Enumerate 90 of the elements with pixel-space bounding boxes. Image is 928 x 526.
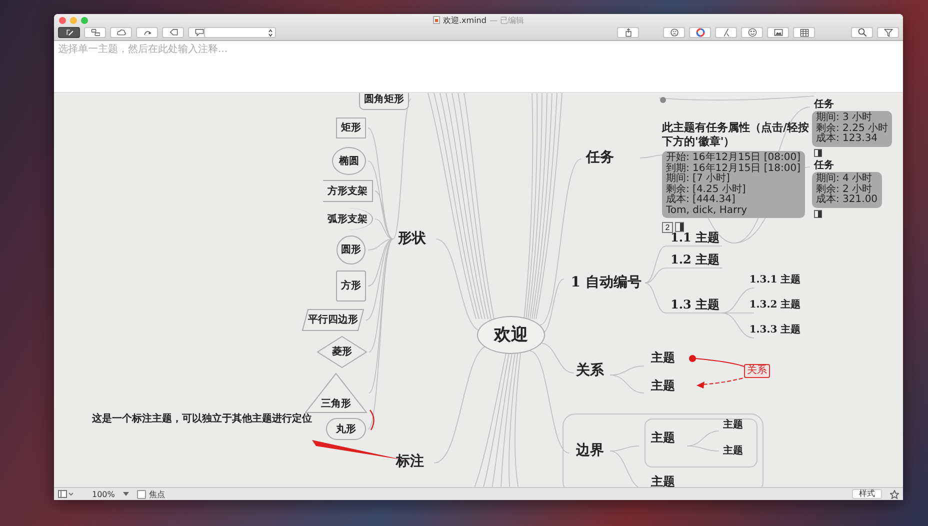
topic-label[interactable]: 弧形支架 <box>323 208 373 230</box>
topic-label[interactable]: 1.3 主题 <box>670 298 720 312</box>
callout-text[interactable]: 这是一个标注主题，可以独立于其他主题进行定位 <box>92 414 312 424</box>
task-info-line: 成本: 321.00 <box>816 195 878 206</box>
image-icon <box>774 28 782 37</box>
topic-label[interactable]: 1.3.3 主题 <box>749 324 801 336</box>
marker-face-icon <box>670 28 678 37</box>
color-wheel-icon <box>696 28 704 37</box>
calendar-grid-icon <box>800 28 808 37</box>
task-info-line: 剩余: 2.25 小时 <box>816 124 888 134</box>
topic-label[interactable]: 任务 <box>814 160 834 171</box>
task-info-line: 到期: 16年12月15日 [18:00] <box>666 164 801 174</box>
rounded-topic[interactable]: 圆角矩形 <box>359 93 409 110</box>
progress-icon <box>814 149 822 157</box>
topic-label[interactable]: 主题 <box>651 431 675 445</box>
diamond-shape <box>317 336 367 368</box>
star-icon <box>890 490 899 498</box>
topic-label[interactable]: 标注 <box>396 454 424 470</box>
speech-bubble-icon <box>194 28 204 37</box>
task-info-line: 剩余: [4.25 小时] <box>666 184 747 194</box>
capsule-topic[interactable]: 丸形 <box>326 418 366 440</box>
task-info-line: 成本: 123.34 <box>816 134 879 144</box>
priority-badge[interactable]: 2 <box>662 222 673 233</box>
task-info-line: 开始: 16年12月15日 [08:00] <box>666 153 801 163</box>
topic-label[interactable]: 任务 <box>586 150 614 166</box>
triangle-shape <box>305 373 367 413</box>
relationship-label[interactable]: 关系 <box>744 364 770 378</box>
close-button[interactable] <box>59 16 66 24</box>
pen-stroke-button[interactable] <box>715 27 737 38</box>
linked-boxes-icon <box>90 28 100 37</box>
filter-icon <box>884 28 892 37</box>
topic-label[interactable]: 任务 <box>814 99 834 110</box>
topic-label[interactable]: 边界 <box>576 443 604 459</box>
zoom-dropdown[interactable]: 100% <box>92 490 115 498</box>
topic-text[interactable]: 此主题有任务属性（点击/轻按下方的'徽章'） <box>662 121 812 150</box>
edited-status: — 已编辑 <box>489 14 524 26</box>
topic-label[interactable]: 1 自动编号 <box>570 275 642 291</box>
cloud-icon <box>116 28 126 37</box>
task-info-line: Tom, dick, Harry <box>666 206 748 216</box>
topic-label[interactable]: 1.3.1 主题 <box>749 274 801 286</box>
topic-label[interactable]: 菱形 <box>332 346 352 358</box>
topic-label[interactable]: 1.2 主题 <box>670 253 720 267</box>
circle-topic[interactable]: 圆形 <box>336 236 366 264</box>
topic-label[interactable]: 形状 <box>398 231 426 247</box>
rect-topic[interactable]: 矩形 <box>336 118 366 138</box>
task-info-line: 成本: [444.34] <box>666 195 736 205</box>
task-info-line: 剩余: 2 小时 <box>816 184 874 194</box>
task-info-line: 期间: [7 小时] <box>666 174 730 184</box>
sidebar-toggle-icon <box>58 490 74 498</box>
smiley-icon <box>748 28 756 37</box>
topic-label[interactable]: 关系 <box>576 363 604 379</box>
pencil-icon <box>64 28 74 37</box>
topic-label[interactable]: 主题 <box>723 420 743 430</box>
topic-label[interactable]: 三角形 <box>321 398 351 410</box>
tag-shape-icon <box>168 28 178 37</box>
curved-arrow-icon <box>142 28 152 37</box>
task-info-line: 期间: 4 小时 <box>816 174 874 184</box>
style-button[interactable]: 样式 <box>852 489 882 499</box>
central-topic[interactable]: 欢迎 <box>477 316 545 354</box>
topic-label[interactable]: 主题 <box>651 351 675 365</box>
search-icon <box>858 28 866 37</box>
checkbox-label: 焦点 <box>148 488 165 500</box>
collapsed-node-icon <box>659 96 667 104</box>
color-wheel-button[interactable] <box>689 27 711 38</box>
share-icon <box>624 28 632 37</box>
search-button[interactable] <box>851 27 873 38</box>
focus-checkbox[interactable] <box>136 490 146 498</box>
topic-label[interactable]: 1.1 主题 <box>670 231 720 245</box>
ellipse-topic[interactable]: 椭圆 <box>332 147 366 175</box>
topic-label[interactable]: 1.3.2 主题 <box>749 300 801 310</box>
progress-icon <box>675 222 684 232</box>
square-topic[interactable]: 方形 <box>336 270 366 302</box>
topic-label[interactable]: 方形支架 <box>323 180 373 202</box>
parallelogram-shape <box>302 309 364 331</box>
progress-icon <box>814 210 822 218</box>
topic-label[interactable]: 主题 <box>651 379 675 393</box>
filter-button[interactable] <box>877 27 899 38</box>
marker-face-button[interactable] <box>663 27 685 38</box>
stepper-icon <box>268 28 273 36</box>
toolbar-button[interactable] <box>58 27 80 38</box>
window-title: 欢迎.xmind <box>443 14 486 26</box>
task-info-line: 期间: 3 小时 <box>816 113 872 123</box>
pen-stroke-icon <box>722 28 730 37</box>
caret-icon <box>122 492 129 496</box>
topic-label[interactable]: 主题 <box>723 446 743 456</box>
image-button[interactable] <box>767 27 789 38</box>
share-button[interactable] <box>617 27 639 38</box>
topic-label[interactable]: 主题 <box>651 475 675 487</box>
calendar-grid-button[interactable] <box>793 27 815 38</box>
smiley-button[interactable] <box>741 27 763 38</box>
